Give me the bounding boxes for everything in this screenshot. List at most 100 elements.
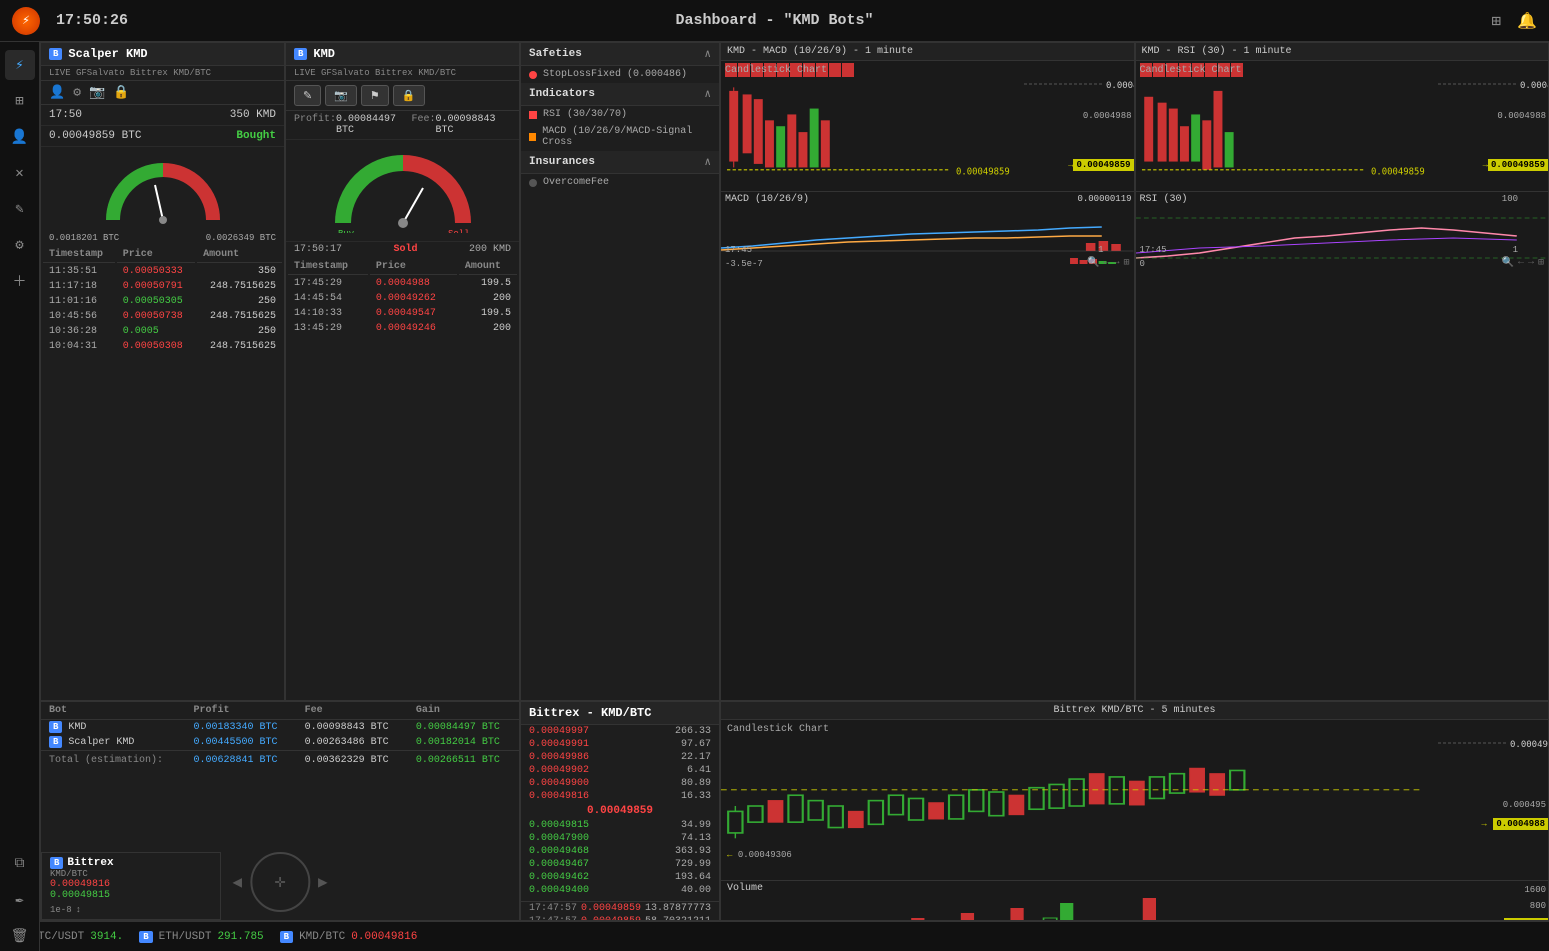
trade-amount: 248.7515625 <box>197 340 282 353</box>
safeties-toggle[interactable]: ∧ <box>704 47 711 61</box>
safeties-panel: Safeties ∧ StopLossFixed (0.000486) Indi… <box>520 42 720 701</box>
kmd-action-1[interactable]: ✎ <box>294 85 321 106</box>
sell-time: 17:50:17 <box>294 244 342 255</box>
table-row: 11:35:51 0.00050333 350 <box>43 265 282 278</box>
list-item: 0.0004990080.89 <box>521 777 719 790</box>
macd-nav-right[interactable]: → <box>1113 257 1119 269</box>
macd-nav-expand[interactable]: ⊞ <box>1123 257 1129 269</box>
bittrex-badge: B <box>50 857 63 869</box>
sidebar-item-grid[interactable]: ⊞ <box>5 86 35 116</box>
scalper-camera-icon[interactable]: 📷 <box>89 85 105 100</box>
indicators-toggle[interactable]: ∧ <box>704 87 711 101</box>
bot-gain: 0.00182014 BTC <box>408 735 519 751</box>
trade-timestamp: 11:17:18 <box>43 280 115 293</box>
trade-amount: 248.7515625 <box>197 280 282 293</box>
sidebar-item-dashboard[interactable]: ⚡ <box>5 50 35 80</box>
scalper-user-icon[interactable]: 👤 <box>49 85 65 100</box>
bottom-current-price: 0.0004988 <box>1493 818 1548 830</box>
rsi-indicator-area: RSI (30) 100 17:45 0 🔍 ← → ⊞ 1 <box>1136 191 1549 271</box>
rsi-price-high: 0.00049899 <box>1438 77 1548 95</box>
col-amount: Amount <box>197 247 282 263</box>
sidebar-item-add[interactable]: ＋ <box>5 266 35 296</box>
scalper-header: B Scalper KMD <box>41 43 284 66</box>
scalper-subtitle: LIVE GFSalvato Bittrex KMD/BTC <box>41 66 284 81</box>
ask-price: 0.00049997 <box>529 726 589 737</box>
bid-price: 0.00047900 <box>529 833 589 844</box>
insurances-toggle[interactable]: ∧ <box>704 155 711 169</box>
insurance-overcomefee: OvercomeFee <box>521 174 719 191</box>
nav-left-arrow[interactable]: ◀ <box>232 872 242 892</box>
svg-text:0.00049859: 0.00049859 <box>956 166 1010 177</box>
sidebar-item-close[interactable]: ✕ <box>5 158 35 188</box>
topbar-actions: ⊞ 🔔 <box>1491 11 1537 31</box>
stoploss-dot <box>529 71 537 79</box>
list-item: 17:47:570.0004985913.87877773 <box>521 902 719 915</box>
macd-zoom-icon[interactable]: 🔍 <box>1087 257 1099 269</box>
rsi-zoom-icon[interactable]: 🔍 <box>1501 257 1513 269</box>
nav-right-arrow[interactable]: ▶ <box>318 872 328 892</box>
kmd-panel: B KMD LIVE GFSalvato Bittrex KMD/BTC ✎ 📷… <box>285 42 520 701</box>
trade-price: 0.00049246 <box>370 322 457 335</box>
trade-price: 0.00050791 <box>117 280 195 293</box>
total-label: Total (estimation): <box>41 751 186 769</box>
fee-label: Fee: <box>412 114 436 136</box>
table-row: 10:45:56 0.00050738 248.7515625 <box>43 310 282 323</box>
list-item: 0.00049468363.93 <box>521 845 719 858</box>
sidebar-item-settings[interactable]: ⚙ <box>5 230 35 260</box>
sidebar-item-layers[interactable]: ⧉ <box>5 849 35 879</box>
ask-amount: 266.33 <box>675 726 711 737</box>
sidebar-item-pen[interactable]: ✒ <box>5 885 35 915</box>
rsi-nav-expand[interactable]: ⊞ <box>1538 257 1544 269</box>
table-row: 10:04:31 0.00050308 248.7515625 <box>43 340 282 353</box>
table-row: 11:17:18 0.00050791 248.7515625 <box>43 280 282 293</box>
scalper-lock-icon[interactable]: 🔒 <box>113 85 129 100</box>
indicators-title: Indicators <box>529 88 595 100</box>
trade-ts: 17:47:57 <box>529 903 577 914</box>
trade-timestamp: 14:10:33 <box>288 307 368 320</box>
list-item: 0.00049462193.64 <box>521 871 719 884</box>
bittrex-price1: 0.00049816 <box>50 879 212 890</box>
kmd-title: KMD <box>313 47 335 61</box>
orderbook-trades: 17:47:570.0004985913.8787777317:47:570.0… <box>521 902 719 921</box>
sidebar-item-trash[interactable]: 🗑 <box>5 921 35 951</box>
ask-amount: 16.33 <box>681 791 711 802</box>
bottom-price-arrow: → 0.0004988 <box>1481 818 1548 830</box>
bottom-price-high: 0.00049899 <box>1438 736 1548 754</box>
rsi-current-price: 0.00049859 <box>1488 159 1548 171</box>
bot-summary-panel: Bot Profit Fee Gain B KMD 0.00183340 BTC… <box>40 701 520 921</box>
trade-price: 0.0005 <box>117 325 195 338</box>
rsi-100-label: 100 <box>1502 194 1518 204</box>
macd-nav-left[interactable]: ← <box>1103 257 1109 269</box>
status-kmd: B KMD/BTC 0.00049816 <box>280 931 418 943</box>
scalper-settings-icon[interactable]: ⚙ <box>73 85 81 100</box>
bottom-candles-svg <box>721 736 1438 876</box>
scalper-status: Bought <box>236 130 276 142</box>
bottom-candle-label: Candlestick Chart <box>727 724 829 735</box>
rsi-nav-left[interactable]: ← <box>1518 257 1524 269</box>
kmd-action-4[interactable]: 🔒 <box>393 85 425 106</box>
macd-candlestick-area: Candlestick Chart 0.00049899 <box>721 61 1134 191</box>
trade-amount: 199.5 <box>459 277 517 290</box>
macd-dot <box>529 133 536 141</box>
bell-icon[interactable]: 🔔 <box>1517 11 1537 31</box>
trade-price: 0.00050308 <box>117 340 195 353</box>
sidebar-item-user[interactable]: 👤 <box>5 122 35 152</box>
orderbook-title: Bittrex - KMD/BTC <box>529 706 651 720</box>
kmd-action-3[interactable]: ⚑ <box>361 85 389 106</box>
rsi-time-1745: 17:45 <box>1140 245 1167 255</box>
bid-price: 0.00049467 <box>529 859 589 870</box>
bot-name: B Scalper KMD <box>41 735 186 751</box>
sidebar-item-edit[interactable]: ✎ <box>5 194 35 224</box>
macd-price-4988: 0.0004988 <box>1083 111 1132 121</box>
trade-timestamp: 10:04:31 <box>43 340 115 353</box>
bot-gain: 0.00084497 BTC <box>408 720 519 736</box>
layout-icon[interactable]: ⊞ <box>1491 11 1501 31</box>
rsi-nav-right[interactable]: → <box>1528 257 1534 269</box>
rsi-price-4988-right: 0.0004988 <box>1497 111 1546 121</box>
clock: 17:50:26 <box>56 12 128 29</box>
kmd-action-2[interactable]: 📷 <box>325 85 357 106</box>
scalper-action-icons: 👤 ⚙ 📷 🔒 <box>41 81 284 105</box>
kmd-trade-table: Timestamp Price Amount 17:45:29 0.000498… <box>286 257 519 337</box>
ask-amount: 6.41 <box>687 765 711 776</box>
bittrex-pair: KMD/BTC <box>50 869 212 879</box>
